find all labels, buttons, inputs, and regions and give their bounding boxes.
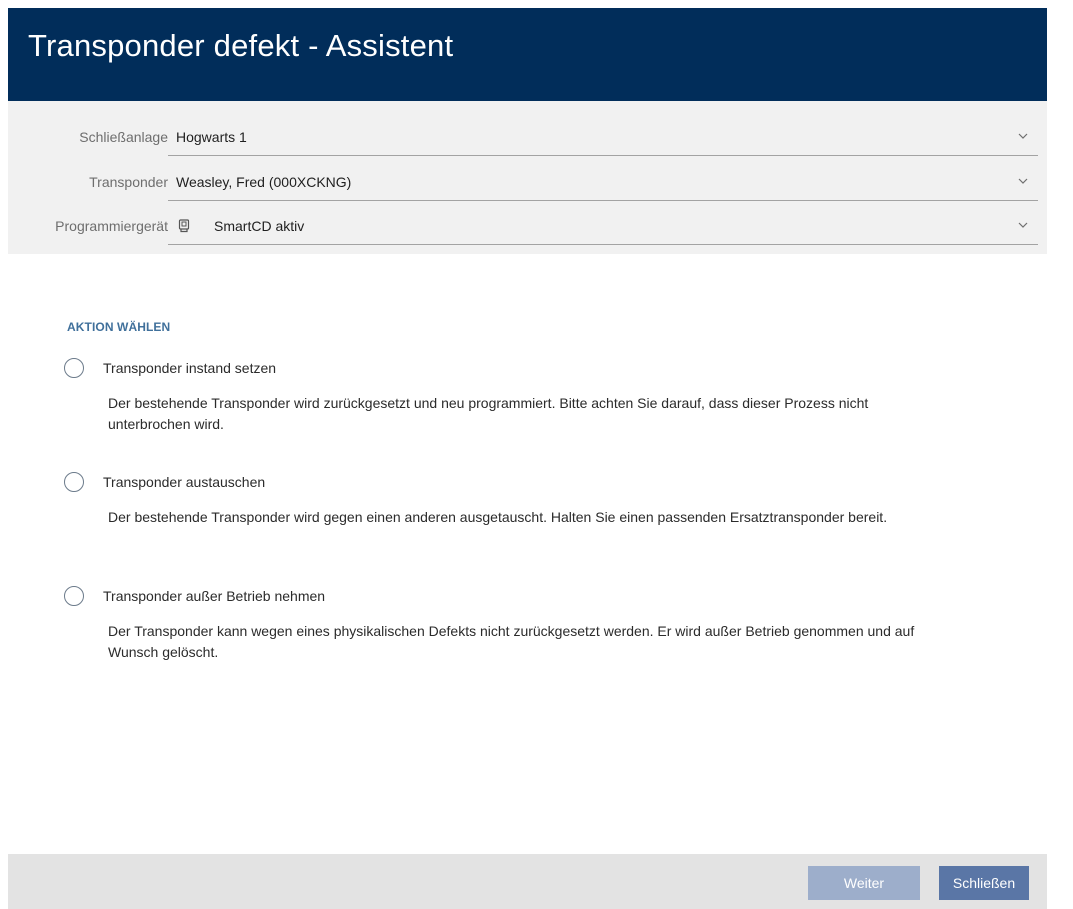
option-replace-description: Der bestehende Transponder wird gegen ei… (108, 509, 888, 525)
footer-bar: Weiter Schließen (8, 854, 1047, 909)
option-decommission-label[interactable]: Transponder außer Betrieb nehmen (103, 588, 325, 604)
transponder-row: Transponder Weasley, Fred (000XCKNG) (8, 165, 1047, 201)
chevron-down-icon (1018, 178, 1028, 184)
radio-repair[interactable] (64, 358, 84, 378)
transponder-select[interactable]: Weasley, Fred (000XCKNG) (168, 165, 1038, 201)
window-title: Transponder defekt - Assistent (28, 28, 454, 63)
section-heading: AKTION WÄHLEN (67, 320, 171, 334)
locking-system-value: Hogwarts 1 (176, 129, 247, 145)
action-section: AKTION WÄHLEN Transponder instand setzen… (8, 254, 1047, 854)
radio-decommission[interactable] (64, 586, 84, 606)
option-decommission-description: Der Transponder kann wegen eines physika… (108, 623, 915, 660)
title-bar: Transponder defekt - Assistent (8, 8, 1047, 101)
programming-device-label: Programmiergerät (55, 218, 168, 234)
next-button[interactable]: Weiter (808, 866, 920, 900)
smartcd-device-icon (178, 219, 190, 233)
locking-system-select[interactable]: Hogwarts 1 (168, 120, 1038, 156)
transponder-value: Weasley, Fred (000XCKNG) (176, 174, 352, 190)
programming-device-select[interactable]: SmartCD aktiv (168, 209, 1038, 245)
programming-device-row: Programmiergerät SmartCD aktiv (8, 209, 1047, 245)
wizard-window: Transponder defekt - Assistent Schließan… (8, 8, 1047, 909)
locking-system-label: Schließanlage (79, 129, 168, 145)
close-button[interactable]: Schließen (939, 866, 1029, 900)
chevron-down-icon (1018, 133, 1028, 139)
radio-replace[interactable] (64, 472, 84, 492)
programming-device-value: SmartCD aktiv (214, 218, 305, 234)
locking-system-row: Schließanlage Hogwarts 1 (8, 120, 1047, 156)
transponder-label: Transponder (89, 174, 168, 190)
option-replace-label[interactable]: Transponder austauschen (103, 474, 265, 490)
option-repair-description: Der bestehende Transponder wird zurückge… (108, 395, 869, 432)
settings-panel: Schließanlage Hogwarts 1 Transponder Wea… (8, 101, 1047, 254)
option-repair-label[interactable]: Transponder instand setzen (103, 360, 276, 376)
chevron-down-icon (1018, 222, 1028, 228)
